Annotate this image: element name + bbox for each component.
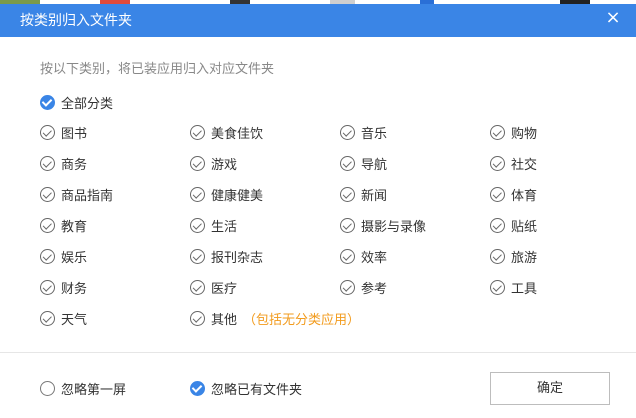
category-checkbox[interactable]: 贴纸 xyxy=(490,217,600,235)
category-label: 导航 xyxy=(361,158,388,173)
close-icon[interactable]: × xyxy=(604,9,622,27)
check-circle-icon xyxy=(40,311,55,326)
category-checkbox[interactable]: 社交 xyxy=(490,155,600,173)
check-circle-icon xyxy=(190,125,205,140)
check-circle-icon xyxy=(190,218,205,233)
confirm-button[interactable]: 确定 xyxy=(490,372,610,405)
check-circle-icon xyxy=(40,95,55,110)
category-label: 购物 xyxy=(511,127,538,142)
category-label: 贴纸 xyxy=(511,220,538,235)
category-label: 参考 xyxy=(361,282,388,297)
category-label: 报刊杂志 xyxy=(211,251,264,266)
category-checkbox[interactable]: 商品指南 xyxy=(40,186,190,204)
check-circle-icon xyxy=(490,218,505,233)
category-label: 社交 xyxy=(511,158,538,173)
check-circle-icon xyxy=(40,156,55,171)
check-circle-icon xyxy=(40,249,55,264)
check-circle-icon xyxy=(340,156,355,171)
check-circle-icon xyxy=(40,125,55,140)
category-label: 效率 xyxy=(361,251,388,266)
check-circle-icon xyxy=(190,187,205,202)
category-label: 游戏 xyxy=(211,158,238,173)
category-checkbox[interactable]: 效率 xyxy=(340,248,490,266)
check-circle-icon xyxy=(490,280,505,295)
radio-unchecked-icon xyxy=(40,381,55,396)
category-checkbox[interactable]: 商务 xyxy=(40,155,190,173)
category-checkbox[interactable]: 参考 xyxy=(340,279,490,297)
category-label: 音乐 xyxy=(361,127,388,142)
check-circle-icon xyxy=(340,125,355,140)
category-label: 工具 xyxy=(511,282,538,297)
category-label: 财务 xyxy=(61,282,88,297)
check-circle-icon xyxy=(40,218,55,233)
category-checkbox[interactable]: 健康健美 xyxy=(190,186,340,204)
category-label: 教育 xyxy=(61,220,88,235)
category-checkbox[interactable]: 报刊杂志 xyxy=(190,248,340,266)
check-circle-icon xyxy=(340,249,355,264)
ignore-existing-folders-label: 忽略已有文件夹 xyxy=(211,383,303,398)
category-checkbox[interactable]: 旅游 xyxy=(490,248,600,266)
category-checkbox[interactable]: 财务 xyxy=(40,279,190,297)
category-label: 美食佳饮 xyxy=(211,127,264,142)
category-label: 医疗 xyxy=(211,282,238,297)
check-circle-icon xyxy=(190,249,205,264)
category-checkbox[interactable]: 音乐 xyxy=(340,124,490,142)
category-label: 图书 xyxy=(61,127,88,142)
check-circle-icon xyxy=(190,280,205,295)
category-label: 旅游 xyxy=(511,251,538,266)
category-checkbox[interactable]: 医疗 xyxy=(190,279,340,297)
category-checkbox[interactable]: 教育 xyxy=(40,217,190,235)
category-checkbox[interactable]: 体育 xyxy=(490,186,600,204)
category-checkbox[interactable]: 新闻 xyxy=(340,186,490,204)
dialog-title: 按类别归入文件夹 xyxy=(20,13,132,29)
check-circle-icon xyxy=(490,125,505,140)
category-checkbox[interactable]: 工具 xyxy=(490,279,600,297)
category-checkbox[interactable]: 摄影与录像 xyxy=(340,217,490,235)
category-label: 商品指南 xyxy=(61,189,114,204)
category-checkbox[interactable]: 导航 xyxy=(340,155,490,173)
category-label: 体育 xyxy=(511,189,538,204)
category-checkbox[interactable]: 美食佳饮 xyxy=(190,124,340,142)
select-all-checkbox[interactable]: 全部分类 xyxy=(40,94,114,112)
footer-divider xyxy=(0,352,636,353)
category-label: 商务 xyxy=(61,158,88,173)
category-checkbox[interactable]: 娱乐 xyxy=(40,248,190,266)
category-label: 生活 xyxy=(211,220,238,235)
category-label: 其他 xyxy=(211,313,238,328)
check-circle-icon xyxy=(190,381,205,396)
check-circle-icon xyxy=(190,156,205,171)
check-circle-icon xyxy=(340,187,355,202)
category-checkbox[interactable]: 天气 xyxy=(40,310,190,328)
check-circle-icon xyxy=(40,280,55,295)
check-circle-icon xyxy=(490,187,505,202)
category-checkbox[interactable]: 生活 xyxy=(190,217,340,235)
check-circle-icon xyxy=(490,249,505,264)
select-all-label: 全部分类 xyxy=(61,97,114,112)
check-circle-icon xyxy=(190,311,205,326)
category-checkbox[interactable]: 游戏 xyxy=(190,155,340,173)
category-checkbox[interactable]: 图书 xyxy=(40,124,190,142)
check-circle-icon xyxy=(490,156,505,171)
category-checkbox[interactable]: 购物 xyxy=(490,124,600,142)
category-label: 娱乐 xyxy=(61,251,88,266)
category-grid: 图书 美食佳饮 音乐 购物 商务 游戏 导航 社交 商品指南 健康健美 新闻 体… xyxy=(40,124,600,341)
check-circle-icon xyxy=(40,187,55,202)
instruction-text: 按以下类别，将已装应用归入对应文件夹 xyxy=(40,62,275,77)
category-label: 摄影与录像 xyxy=(361,220,427,235)
ignore-existing-folders-checkbox[interactable]: 忽略已有文件夹 xyxy=(190,380,303,398)
category-label: 新闻 xyxy=(361,189,388,204)
category-checkbox[interactable]: 其他 （包括无分类应用） xyxy=(190,310,360,328)
dialog-titlebar: 按类别归入文件夹 × xyxy=(0,4,636,37)
ignore-first-screen-radio[interactable]: 忽略第一屏 xyxy=(40,380,127,398)
check-circle-icon xyxy=(340,218,355,233)
category-label: 天气 xyxy=(61,313,88,328)
uncategorized-note: （包括无分类应用） xyxy=(243,313,361,328)
category-label: 健康健美 xyxy=(211,189,264,204)
check-circle-icon xyxy=(340,280,355,295)
ignore-first-screen-label: 忽略第一屏 xyxy=(61,383,127,398)
